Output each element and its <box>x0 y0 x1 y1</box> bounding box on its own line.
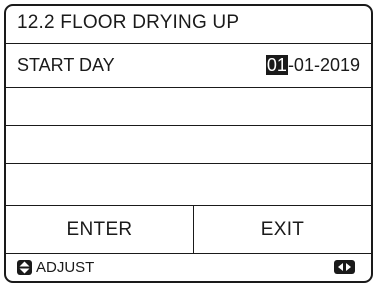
page-title: 12.2 FLOOR DRYING UP <box>17 12 240 33</box>
adjust-label: ADJUST <box>36 259 95 276</box>
title-bar: 12.2 FLOOR DRYING UP <box>6 6 371 44</box>
exit-button[interactable]: EXIT <box>194 206 371 253</box>
footer-bar: ADJUST <box>6 254 371 281</box>
enter-button[interactable]: ENTER <box>6 206 194 253</box>
start-day-label: START DAY <box>17 55 115 75</box>
empty-row <box>6 126 371 164</box>
start-day-day-field[interactable]: 01 <box>265 55 288 75</box>
empty-row <box>6 88 371 126</box>
button-row: ENTER EXIT <box>6 206 371 254</box>
up-down-arrows-icon <box>17 260 32 275</box>
start-day-value: 01-01-2019 <box>265 55 360 76</box>
controller-panel: 12.2 FLOOR DRYING UP START DAY 01-01-201… <box>4 4 373 283</box>
start-day-month-year: -01-2019 <box>287 55 360 75</box>
start-day-row: START DAY 01-01-2019 <box>6 44 371 88</box>
empty-row <box>6 164 371 206</box>
left-right-arrows-icon <box>334 260 355 274</box>
